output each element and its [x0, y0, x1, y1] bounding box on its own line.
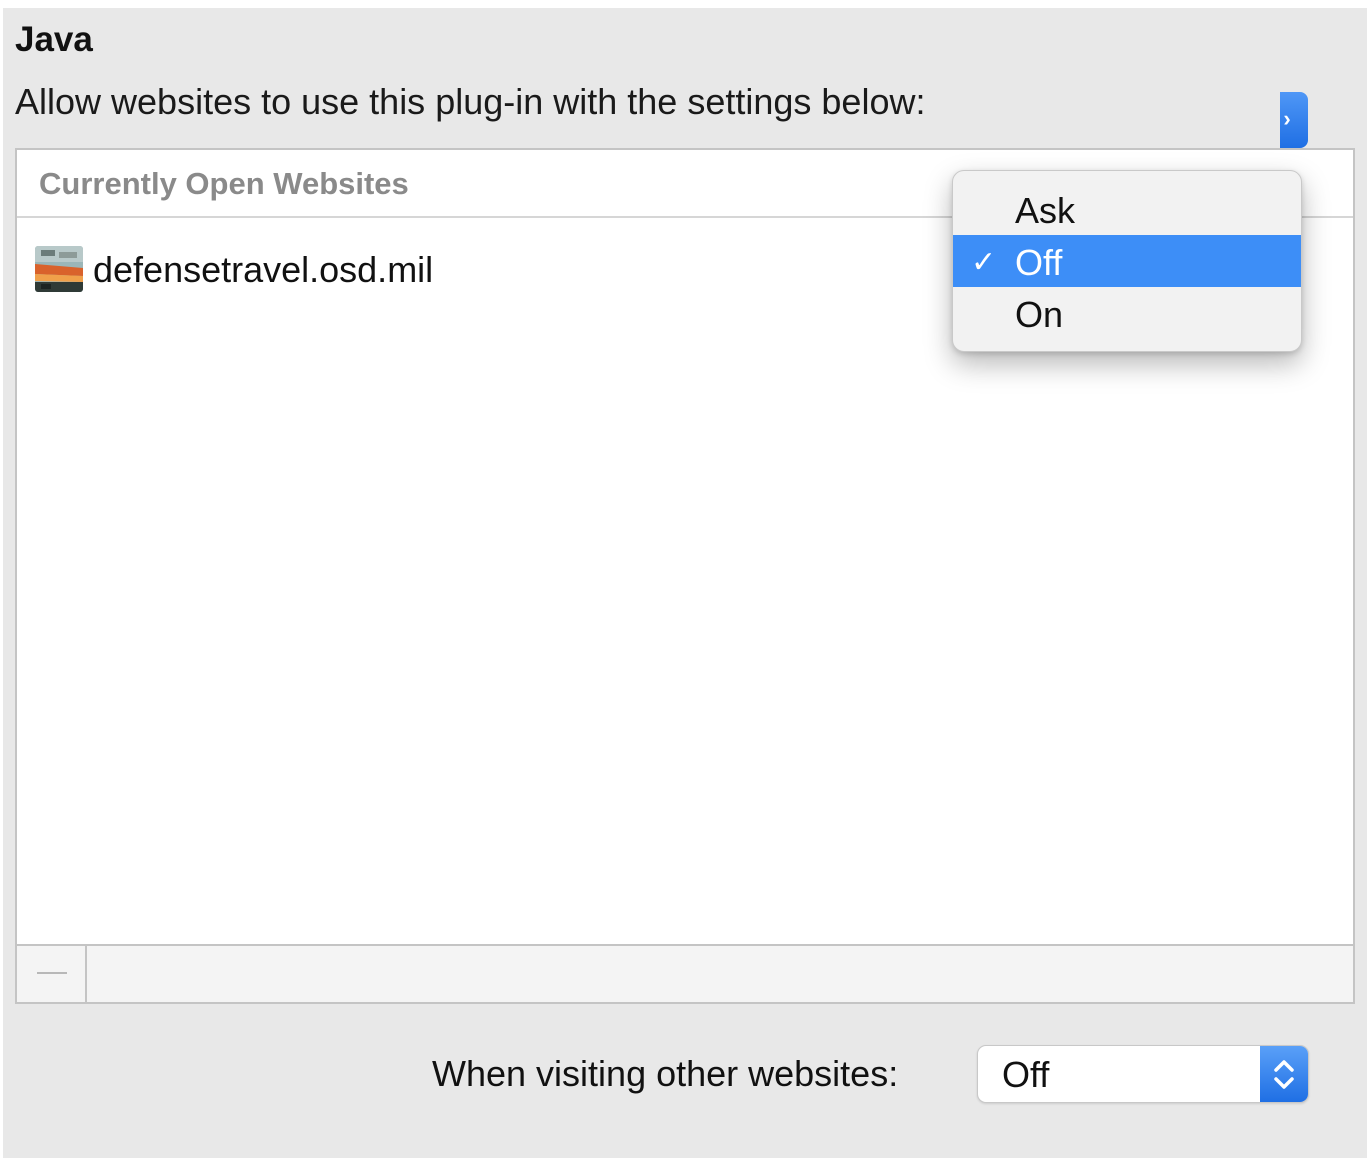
menu-item-label: Ask — [1015, 190, 1076, 231]
remove-site-button[interactable] — [17, 946, 87, 1002]
menu-item-off[interactable]: ✓ Off — [953, 235, 1301, 287]
menu-item-ask[interactable]: Ask — [953, 183, 1301, 235]
site-name: defensetravel.osd.mil — [93, 249, 434, 290]
plugin-subtitle: Allow websites to use this plug-in with … — [15, 81, 926, 122]
up-down-chevron-icon — [1260, 1046, 1308, 1102]
menu-item-label: On — [1015, 294, 1064, 335]
chevron-icon: › — [1283, 106, 1291, 131]
checkmark-icon: ✓ — [971, 246, 997, 279]
default-setting-label: When visiting other websites: — [432, 1053, 899, 1094]
menu-item-on[interactable]: On — [953, 287, 1301, 339]
site-favicon-icon — [35, 246, 83, 292]
default-setting-value: Off — [1002, 1054, 1050, 1095]
plugin-title: Java — [15, 20, 93, 59]
column-header-currently-open-websites: Currently Open Websites — [39, 166, 409, 201]
site-setting-dropdown-menu: Ask ✓ Off On — [952, 170, 1302, 352]
table-footer — [17, 944, 1353, 1002]
menu-item-label: Off — [1015, 242, 1063, 283]
minus-icon — [37, 972, 67, 974]
default-setting-select[interactable]: Off — [977, 1045, 1309, 1103]
